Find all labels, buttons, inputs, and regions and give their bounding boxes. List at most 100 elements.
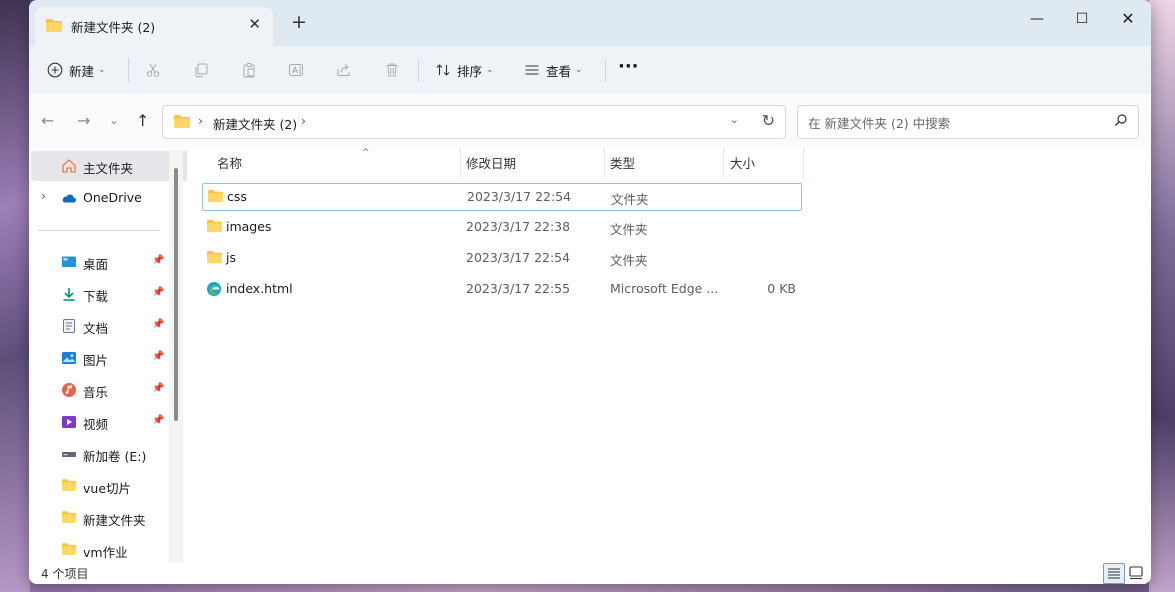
paste-button[interactable] [241,56,257,84]
sidebar-item-label: OneDrive [83,190,142,205]
wallpaper-left [0,0,30,592]
pin-icon[interactable]: 📌 [152,383,164,394]
minimize-button[interactable]: — [1014,5,1060,33]
chevron-down-icon: ⌄ [486,65,494,75]
cloud-icon [61,190,77,206]
close-window-button[interactable]: ✕ [1105,5,1151,33]
file-size: 0 KB [767,281,796,296]
file-type: 文件夹 [611,192,649,207]
sidebar-item-label: 音乐 [83,385,109,400]
large-icons-view-button[interactable] [1127,564,1145,582]
delete-icon [384,62,400,78]
maximize-button[interactable]: ☐ [1059,5,1105,33]
new-button[interactable]: 新建 ⌄ [47,56,106,84]
sort-button[interactable]: 排序 ⌄ [435,56,494,84]
refresh-icon[interactable]: ↻ [762,111,775,130]
details-view-icon [1108,568,1120,579]
column-header-modified[interactable]: 修改日期 [466,153,516,175]
document-icon [61,318,77,334]
address-history-chevron-icon[interactable]: ⌄ [730,113,739,126]
pin-icon[interactable]: 📌 [152,255,164,266]
file-modified: 2023/3/17 22:54 [467,189,572,204]
column-header-name[interactable]: 名称 ^ [217,148,370,175]
rename-button[interactable] [288,56,304,84]
column-header-size[interactable]: 大小 [730,153,755,175]
folder-icon [207,189,224,206]
pin-icon[interactable]: 📌 [152,351,164,362]
copy-button[interactable] [193,56,209,84]
more-options-button[interactable]: ··· [618,52,639,80]
address-bar[interactable]: › 新建文件夹 (2) › ⌄ ↻ [162,105,786,139]
sidebar-item-label: 主文件夹 [83,161,134,176]
item-count: 4 个项目 [41,567,89,581]
sidebar-scrollbar[interactable] [169,150,183,562]
title-bar: 新建文件夹 (2) ✕ + — ☐ ✕ [29,0,1151,46]
search-box[interactable] [797,105,1139,139]
close-tab-icon[interactable]: ✕ [248,15,261,33]
status-bar: 4 个项目 [29,562,1151,584]
file-type: Microsoft Edge ... [610,281,719,296]
breadcrumb-separator-icon[interactable]: › [301,113,306,128]
folder-icon [45,18,63,36]
folder-icon [206,219,223,236]
new-tab-button[interactable]: + [291,11,307,33]
share-button[interactable] [336,56,352,84]
sidebar-item-label: 图片 [83,353,109,368]
forward-arrow-icon[interactable]: → [77,111,90,130]
column-divider[interactable] [460,148,461,178]
tab-title: 新建文件夹 (2) [71,20,156,35]
wallpaper-right [1149,0,1175,592]
edge-icon [206,281,222,300]
file-row[interactable]: images 2023/3/17 22:38 文件夹 [202,214,800,240]
file-type: 文件夹 [610,253,648,268]
pin-icon[interactable]: 📌 [152,415,164,426]
sort-button-label: 排序 [457,63,483,79]
picture-icon [61,350,77,366]
column-divider[interactable] [723,148,724,178]
file-name: index.html [226,281,293,296]
file-name: images [226,219,272,234]
cut-button[interactable] [145,56,161,84]
back-arrow-icon[interactable]: ← [41,111,54,130]
delete-button[interactable] [384,56,400,84]
search-icon[interactable] [1114,113,1128,130]
plus-circle-icon [47,62,63,78]
rename-icon [288,62,304,78]
file-type: 文件夹 [610,222,648,237]
large-icons-view-icon [1129,566,1143,580]
search-input[interactable] [806,112,1110,134]
share-icon [336,62,352,78]
tab-current-folder[interactable]: 新建文件夹 (2) ✕ [35,7,273,46]
breadcrumb-current[interactable]: 新建文件夹 (2) [213,114,297,133]
command-bar: 新建 ⌄ 排序 ⌄ 查看 ⌄ ··· [29,46,1151,95]
scrollbar-thumb[interactable] [174,168,178,421]
file-row[interactable]: index.html 2023/3/17 22:55 Microsoft Edg… [202,276,800,302]
column-divider[interactable] [803,148,804,178]
chevron-right-icon[interactable]: › [41,189,46,203]
recent-locations-chevron-icon[interactable]: ⌄ [109,113,119,127]
pin-icon[interactable]: 📌 [152,287,164,298]
home-icon [61,158,77,174]
toolbar-divider [418,58,419,82]
file-explorer-window: 新建文件夹 (2) ✕ + — ☐ ✕ 新建 ⌄ 排序 ⌄ 查看 ⌄ ··· ←… [29,0,1151,584]
folder-icon [61,510,77,526]
folder-icon [206,250,223,267]
copy-icon [193,62,209,78]
sidebar-item-label: 视频 [83,417,109,432]
column-divider[interactable] [604,148,605,178]
chevron-down-icon: ⌄ [98,65,106,75]
view-button[interactable]: 查看 ⌄ [524,56,583,84]
sidebar-item-label: vue切片 [83,481,132,496]
file-row[interactable]: css 2023/3/17 22:54 文件夹 [202,183,802,211]
pin-icon[interactable]: 📌 [152,319,164,330]
toolbar-divider [605,58,606,82]
column-header-type[interactable]: 类型 [610,153,635,175]
new-button-label: 新建 [69,63,95,79]
breadcrumb-separator-icon[interactable]: › [198,113,203,128]
up-arrow-icon[interactable]: ↑ [136,111,149,130]
details-view-button[interactable] [1103,563,1125,584]
file-row[interactable]: js 2023/3/17 22:54 文件夹 [202,245,800,271]
desktop-icon [61,254,77,270]
sidebar-item-label: vm作业 [83,545,128,560]
sort-icon [435,62,451,78]
